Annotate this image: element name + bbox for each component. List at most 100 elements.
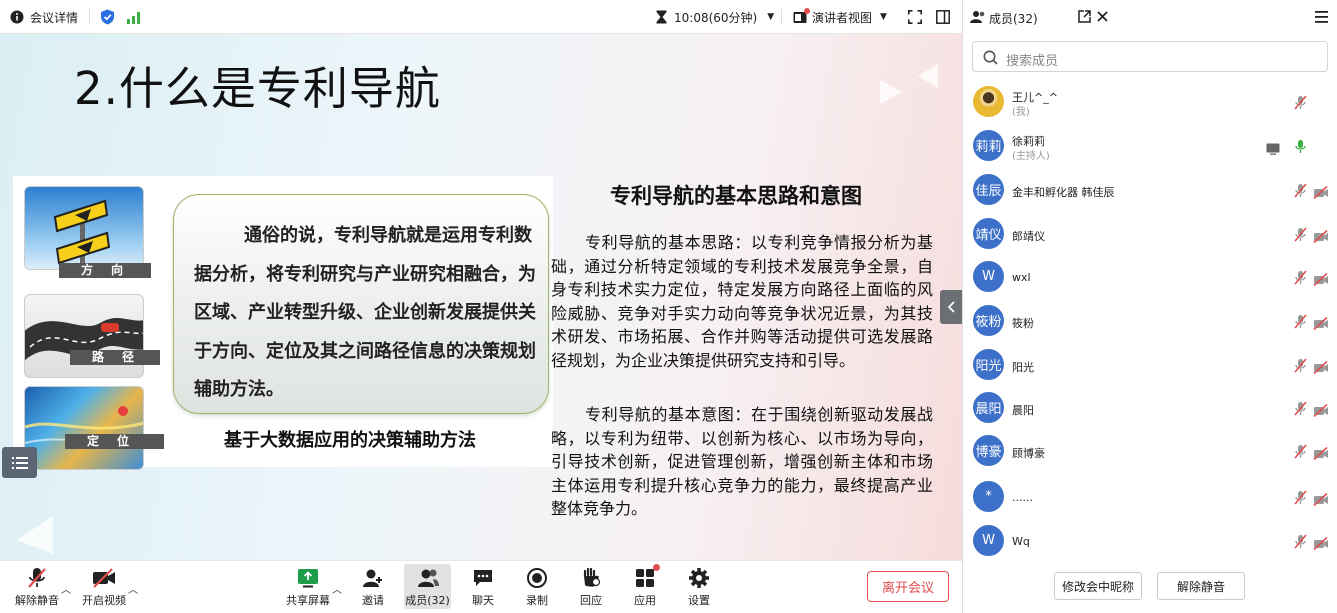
timer-label: 10:08(60分钟) xyxy=(674,10,758,25)
leave-meeting-button[interactable]: 离开会议 xyxy=(867,571,949,602)
menu-icon[interactable] xyxy=(1315,11,1328,23)
mic-muted-icon[interactable] xyxy=(1294,444,1307,463)
rename-button[interactable]: 修改会中昵称 xyxy=(1054,572,1142,600)
member-row[interactable]: 佳辰 金丰和孵化器 韩佳辰 xyxy=(973,170,1333,210)
camera-off-icon[interactable] xyxy=(1313,184,1329,203)
member-row[interactable]: 阳光 阳光 xyxy=(973,345,1333,385)
member-row[interactable]: *...... xyxy=(973,477,1333,517)
record-button[interactable]: 录制 xyxy=(520,561,554,613)
mic-muted-icon[interactable] xyxy=(1294,490,1307,509)
member-name: 金丰和孵化器 韩佳辰 xyxy=(1012,186,1115,199)
members-label: 成员(32) xyxy=(405,594,450,607)
popout-icon[interactable] xyxy=(1078,10,1091,23)
member-row[interactable]: Wwxl xyxy=(973,257,1333,297)
avatar xyxy=(973,86,1004,117)
invite-label: 邀请 xyxy=(362,594,384,607)
thumb-label-positioning: 定位 xyxy=(65,434,164,449)
mic-muted-icon[interactable] xyxy=(1294,183,1307,202)
positioning-thumb xyxy=(24,386,144,470)
camera-off-icon[interactable] xyxy=(1313,359,1329,378)
collapse-panel-button[interactable] xyxy=(940,290,962,324)
members-icon xyxy=(417,569,439,587)
member-name: wxl xyxy=(1012,271,1031,284)
mic-muted-icon[interactable] xyxy=(1294,270,1307,289)
gear-icon xyxy=(689,568,709,588)
mic-muted-icon[interactable] xyxy=(1294,358,1307,377)
camera-off-icon[interactable] xyxy=(1313,491,1329,510)
mic-muted-icon[interactable] xyxy=(1294,534,1307,553)
start-video-button[interactable]: 开启视频 xyxy=(80,561,128,613)
camera-off-icon[interactable] xyxy=(1313,535,1329,554)
start-video-label: 开启视频 xyxy=(82,594,126,607)
slide-list-button[interactable] xyxy=(2,447,37,478)
avatar: 靖仪 xyxy=(973,218,1004,249)
screen-share-icon[interactable] xyxy=(1266,140,1280,159)
camera-off-icon xyxy=(93,568,115,588)
chevron-up-icon[interactable]: ︿ xyxy=(332,581,342,596)
mic-muted-icon[interactable] xyxy=(1294,401,1307,420)
meeting-info-label: 会议详情 xyxy=(30,10,79,25)
member-row[interactable]: 王儿^_^ (我) xyxy=(973,82,1333,122)
members-panel: 成员(32) 搜索成员 王儿^_^ (我) 莉莉 徐莉莉 (主持人) 佳辰 金丰和孵化器 韩… xyxy=(962,0,1337,613)
mic-on-icon[interactable] xyxy=(1294,139,1307,158)
search-input[interactable]: 搜索成员 xyxy=(972,41,1328,72)
view-mode-icon xyxy=(793,8,810,24)
reactions-label: 回应 xyxy=(580,594,602,607)
definition-text: 通俗的说，专利导航就是运用专利数据分析，将专利研究与产业研究相融合，为区域、产业… xyxy=(194,225,536,400)
slide-image: 方向 路径 定位 通俗的说，专利导航就是运用专利数据分析，将专利研究与产业研究相 xyxy=(13,176,553,470)
reactions-button[interactable]: 回应 xyxy=(574,561,608,613)
raise-hand-icon xyxy=(583,567,601,587)
view-mode-label: 演讲者视图 xyxy=(812,10,873,25)
member-row[interactable]: 博豪 顾博豪 xyxy=(973,431,1333,471)
thumb-label-direction: 方向 xyxy=(59,263,151,278)
settings-button[interactable]: 设置 xyxy=(682,561,716,613)
member-role: (主持人) xyxy=(1012,151,1050,162)
prev-slide-icon[interactable] xyxy=(15,514,55,556)
security-icon[interactable] xyxy=(100,0,115,34)
unmute-all-button[interactable]: 解除静音 xyxy=(1157,572,1245,600)
hourglass-icon xyxy=(656,10,667,24)
list-icon xyxy=(11,456,28,469)
camera-off-icon[interactable] xyxy=(1313,402,1329,421)
avatar: 佳辰 xyxy=(973,174,1004,205)
unmute-button[interactable]: 解除静音 xyxy=(14,561,60,613)
shared-slide-area: 2.什么是专利导航 方向 路径 定位 通俗的说，专利导航就是运用专利数据分析，将… xyxy=(0,34,962,560)
camera-off-icon[interactable] xyxy=(1313,228,1329,247)
slide-title: 2.什么是专利导航 xyxy=(74,62,441,115)
member-row[interactable]: 靖仪 郎靖仪 xyxy=(973,214,1333,254)
direction-thumb xyxy=(24,186,144,270)
mic-muted-icon[interactable] xyxy=(1294,95,1307,114)
invite-button[interactable]: 邀请 xyxy=(356,561,390,613)
member-row[interactable]: 筱粉 筱粉 xyxy=(973,301,1333,341)
fullscreen-icon[interactable] xyxy=(908,0,922,34)
record-label: 录制 xyxy=(526,594,548,607)
signal-icon[interactable] xyxy=(127,0,141,34)
chat-icon xyxy=(474,570,492,586)
camera-off-icon[interactable] xyxy=(1313,315,1329,334)
close-icon[interactable] xyxy=(1097,11,1108,22)
share-screen-button[interactable]: 共享屏幕 xyxy=(284,561,332,613)
chat-button[interactable]: 聊天 xyxy=(466,561,500,613)
chevron-up-icon[interactable]: ︿ xyxy=(128,581,138,596)
sidebar-toggle-icon[interactable] xyxy=(936,0,950,34)
view-mode-button[interactable]: 演讲者视图 ▼ xyxy=(793,0,887,34)
avatar: 晨阳 xyxy=(973,392,1004,423)
mic-muted-icon[interactable] xyxy=(1294,314,1307,333)
camera-off-icon[interactable] xyxy=(1313,445,1329,464)
bottom-toolbar: 解除静音 ︿ 开启视频 ︿ 共享屏幕 ︿ 邀请 成员(32) 聊天 录制 回应 … xyxy=(0,560,962,613)
member-row[interactable]: W Wq xyxy=(973,521,1333,561)
mic-muted-icon[interactable] xyxy=(1294,227,1307,246)
avatar: 筱粉 xyxy=(973,305,1004,336)
share-screen-label: 共享屏幕 xyxy=(286,594,330,607)
meeting-timer[interactable]: 10:08(60分钟) ▼ xyxy=(656,0,774,34)
chat-label: 聊天 xyxy=(472,594,494,607)
camera-off-icon[interactable] xyxy=(1313,271,1329,290)
member-row[interactable]: 莉莉 徐莉莉 (主持人) xyxy=(973,126,1333,166)
unmute-label: 解除静音 xyxy=(15,594,59,607)
chevron-up-icon[interactable]: ︿ xyxy=(61,581,71,596)
avatar: * xyxy=(973,481,1004,512)
member-row[interactable]: 晨阳 晨阳 xyxy=(973,388,1333,428)
members-button[interactable]: 成员(32) xyxy=(404,564,451,609)
apps-button[interactable]: 应用 xyxy=(628,561,662,613)
meeting-info-button[interactable]: 会议详情 xyxy=(10,0,78,34)
